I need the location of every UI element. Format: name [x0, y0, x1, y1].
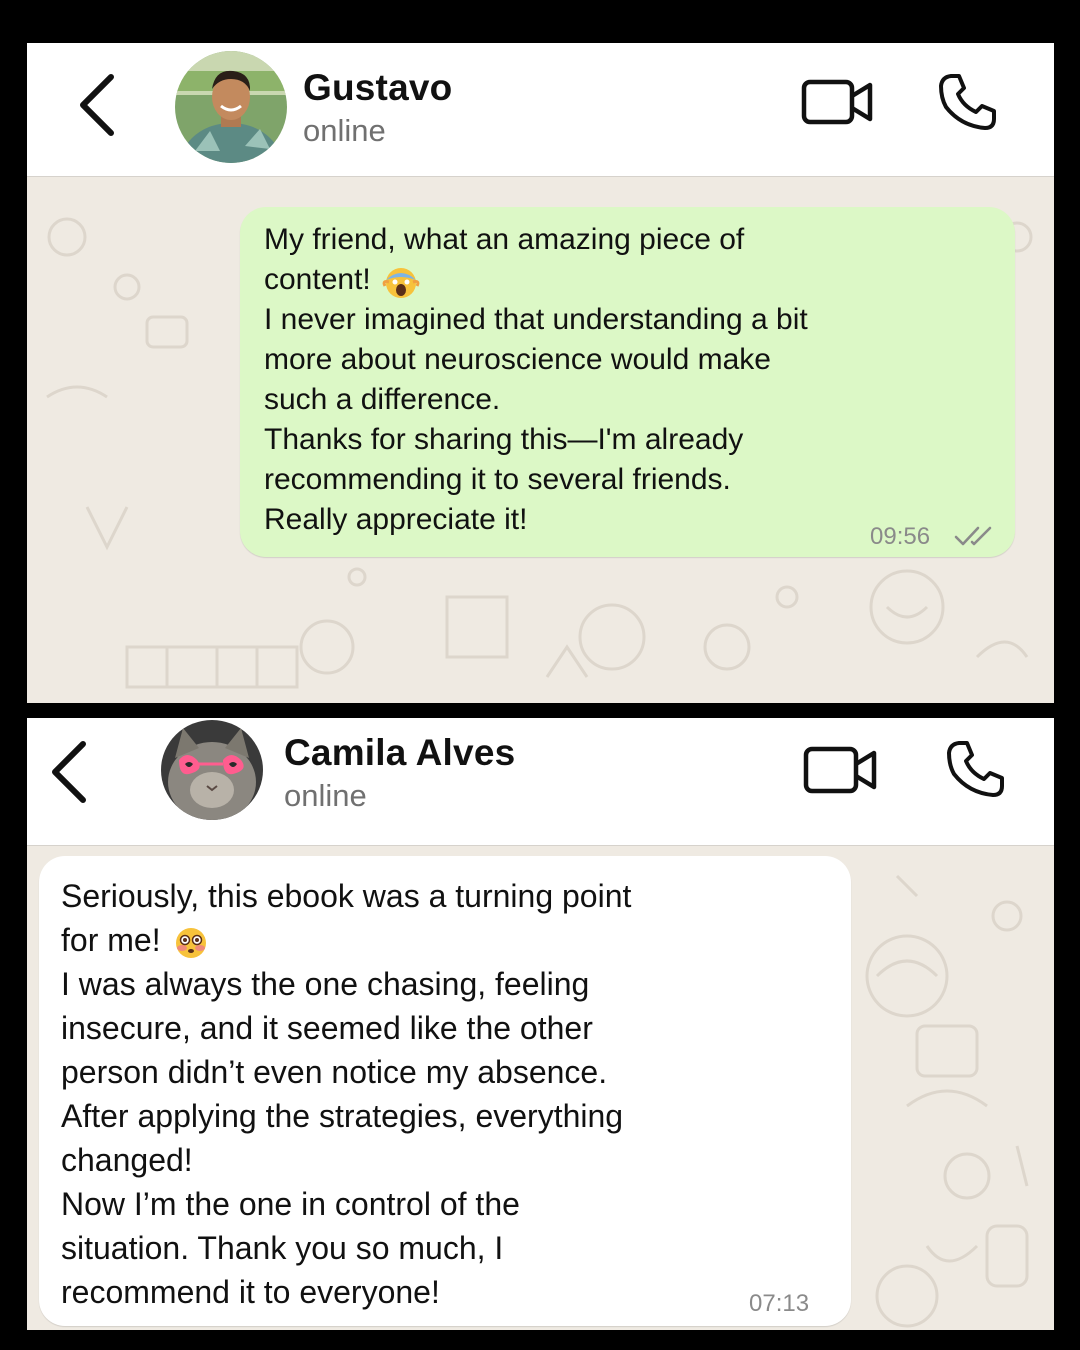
video-call-icon[interactable] [803, 744, 879, 796]
contact-status: online [303, 113, 386, 148]
message-line: I was always the one chasing, feeling [61, 966, 590, 1002]
message-line: Now I’m the one in control of the [61, 1186, 520, 1222]
voice-call-icon[interactable] [937, 71, 999, 133]
message-line: insecure, and it seemed like the other [61, 1010, 593, 1046]
back-arrow-icon[interactable] [75, 73, 119, 137]
contact-photo [161, 720, 263, 820]
message-line: Seriously, this ebook was a turning poin… [61, 878, 632, 914]
chat-header: Camila Alves online [27, 718, 1054, 846]
message-line: content! [264, 263, 371, 296]
chat-screenshot-gustavo: Gustavo online My friend, what an amazin… [27, 43, 1054, 703]
face-screaming-in-fear-emoji-icon [382, 268, 420, 299]
contact-name[interactable]: Camila Alves [284, 732, 515, 774]
chat-header: Gustavo online [27, 43, 1054, 177]
chat-background: Seriously, this ebook was a turning poin… [27, 846, 1054, 1330]
contact-name[interactable]: Gustavo [303, 67, 452, 109]
message-line: recommend it to everyone! [61, 1274, 440, 1310]
message-time: 09:56 [870, 523, 931, 550]
message-line: changed! [61, 1142, 193, 1178]
message-line: After applying the strategies, everythin… [61, 1098, 624, 1134]
back-arrow-icon[interactable] [47, 740, 91, 804]
message-line-with-emoji: content! [264, 263, 421, 299]
message-line: My friend, what an amazing piece of [264, 223, 745, 256]
message-line: for me! [61, 922, 161, 958]
message-bubble-sent[interactable]: My friend, what an amazing piece of cont… [240, 207, 1015, 557]
message-line: Really appreciate it! [264, 503, 528, 536]
message-line: such a difference. [264, 383, 501, 416]
chat-background: My friend, what an amazing piece of cont… [27, 177, 1054, 703]
message-line: I never imagined that understanding a bi… [264, 303, 808, 336]
avatar[interactable] [175, 51, 287, 163]
flushed-face-emoji-icon [175, 927, 206, 958]
double-check-icon [954, 526, 992, 546]
message-line: situation. Thank you so much, I [61, 1230, 504, 1266]
message-line: more about neuroscience would make [264, 343, 771, 376]
video-call-icon[interactable] [801, 77, 875, 127]
message-line: Thanks for sharing this—I'm already [264, 423, 744, 456]
voice-call-icon[interactable] [945, 738, 1007, 800]
contact-status: online [284, 778, 367, 813]
avatar[interactable] [161, 720, 263, 820]
message-line: recommending it to several friends. [264, 463, 731, 496]
message-bubble-received[interactable]: Seriously, this ebook was a turning poin… [39, 856, 851, 1326]
message-time: 07:13 [749, 1290, 810, 1317]
contact-photo [175, 51, 287, 163]
message-line: person didn’t even notice my absence. [61, 1054, 608, 1090]
message-line-with-emoji: for me! [61, 922, 211, 960]
chat-screenshot-camila: Camila Alves online Seriously, this eboo… [27, 718, 1054, 1330]
